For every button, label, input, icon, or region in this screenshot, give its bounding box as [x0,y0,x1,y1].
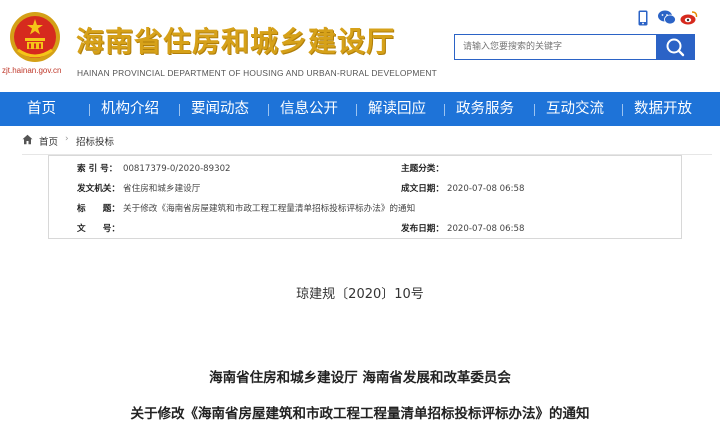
nav-item-interaction[interactable]: 互动交流 [546,92,604,126]
meta-docno-label: 文 号： [77,224,120,234]
meta-title-label: 标 题： [77,204,120,214]
breadcrumb-home[interactable]: 首页 [39,134,58,148]
mobile-icon[interactable] [638,10,648,30]
meta-created-value: 2020-07-08 06:58 [447,184,525,194]
nav-item-about[interactable]: 机构介绍 [101,92,159,126]
breadcrumb-current[interactable]: 招标投标 [76,134,114,148]
meta-index-value: 00817379-0/2020-89302 [123,164,231,174]
nav-item-services[interactable]: 政务服务 [456,92,514,126]
nav-item-interpretation[interactable]: 解读回应 [368,92,426,126]
nav-separator [179,104,180,116]
nav-separator [268,104,269,116]
meta-issuer-value: 省住房和城乡建设厅 [123,184,201,194]
nav-item-home[interactable]: 首页 [27,92,56,126]
search-input[interactable] [454,34,656,60]
chevron-right-icon: › [65,134,69,144]
search-button[interactable] [656,34,695,60]
meta-published-value: 2020-07-08 06:58 [447,224,525,234]
nav-item-disclosure[interactable]: 信息公开 [280,92,338,126]
document-title: 关于修改《海南省房屋建筑和市政工程工程量清单招标投标评标办法》的通知 [130,406,590,422]
nav-separator [622,104,623,116]
main-nav: 首页 机构介绍 要闻动态 信息公开 解读回应 政务服务 互动交流 数据开放 [0,92,720,126]
search-icon [666,38,685,57]
document-number: 琼建规〔2020〕10号 [296,287,424,302]
document-issuers: 海南省住房和城乡建设厅 海南省发展和改革委员会 [209,370,511,386]
weibo-icon[interactable] [680,10,698,29]
meta-title-value: 关于修改《海南省房屋建筑和市政工程工程量清单招标投标评标办法》的通知 [123,204,416,214]
site-domain: zjt.hainan.gov.cn [2,66,62,75]
nav-item-news[interactable]: 要闻动态 [191,92,249,126]
home-icon [22,134,33,145]
site-header: zjt.hainan.gov.cn 海南省住房和城乡建设厅 HAINAN PRO… [0,0,720,92]
site-subtitle-en: HAINAN PROVINCIAL DEPARTMENT OF HOUSING … [77,68,437,78]
meta-published-label: 发布日期： [401,224,444,234]
national-emblem-icon [10,12,60,62]
site-title[interactable]: 海南省住房和城乡建设厅 [76,20,395,60]
meta-topic-label: 主题分类： [401,164,444,174]
nav-separator [89,104,90,116]
meta-index-label: 索 引 号： [77,164,118,174]
top-icon-bar [634,10,714,30]
nav-item-open-data[interactable]: 数据开放 [634,92,692,126]
document-meta-table: 索 引 号： 00817379-0/2020-89302 主题分类： 发文机关：… [48,155,682,239]
meta-issuer-label: 发文机关： [77,184,120,194]
meta-created-label: 成文日期： [401,184,444,194]
nav-separator [444,104,445,116]
nav-separator [356,104,357,116]
wechat-icon[interactable] [658,10,676,29]
breadcrumb: 首页 › 招标投标 [22,126,712,155]
nav-separator [534,104,535,116]
